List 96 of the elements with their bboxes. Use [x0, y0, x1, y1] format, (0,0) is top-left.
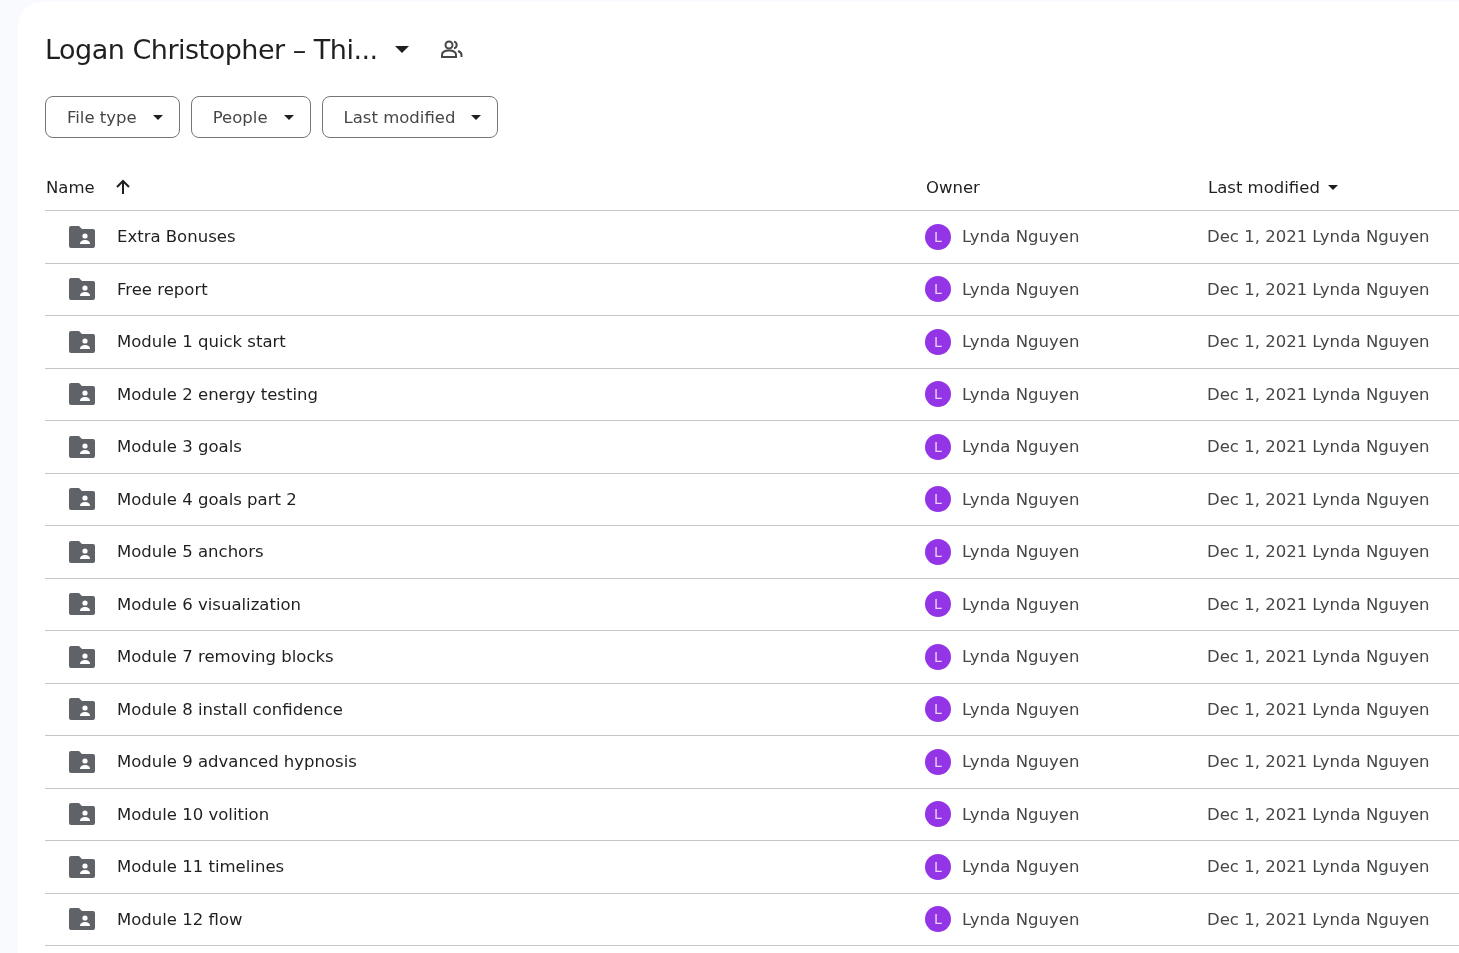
shared-folder-icon — [69, 330, 95, 353]
sort-caret-icon — [1327, 184, 1338, 190]
modified-date: Dec 1, 2021 — [1207, 279, 1308, 299]
modified-date: Dec 1, 2021 — [1207, 699, 1308, 719]
modified-by: Lynda Nguyen — [1312, 489, 1430, 509]
folder-name[interactable]: Module 1 quick start — [117, 332, 286, 352]
modified-by: Lynda Nguyen — [1312, 699, 1430, 719]
owner-name: Lynda Nguyen — [962, 279, 1080, 299]
owner-name: Lynda Nguyen — [962, 909, 1080, 929]
modified-date: Dec 1, 2021 — [1207, 647, 1308, 667]
folder-name[interactable]: Free report — [117, 279, 208, 299]
modified-date: Dec 1, 2021 — [1207, 489, 1308, 509]
caret-icon — [283, 114, 294, 120]
owner-avatar: L — [925, 223, 951, 250]
shared-folder-icon — [69, 488, 95, 511]
owner-avatar: L — [925, 433, 951, 460]
modified-date: Dec 1, 2021 — [1207, 542, 1308, 562]
owner-name: Lynda Nguyen — [962, 437, 1080, 457]
shared-folder-icon — [69, 435, 95, 458]
shared-folder-icon — [69, 593, 95, 616]
modified-by: Lynda Nguyen — [1312, 647, 1430, 667]
modified-date: Dec 1, 2021 — [1207, 227, 1308, 247]
owner-avatar: L — [925, 906, 951, 933]
shared-folder-icon — [69, 855, 95, 878]
owner-name: Lynda Nguyen — [962, 542, 1080, 562]
modified-date: Dec 1, 2021 — [1207, 804, 1308, 824]
shared-folder-icon — [69, 645, 95, 668]
filter-chip[interactable]: Last modified — [321, 96, 499, 138]
folder-name[interactable]: Module 3 goals — [117, 437, 242, 457]
folder-name[interactable]: Module 5 anchors — [117, 542, 264, 562]
folder-name[interactable]: Module 7 removing blocks — [117, 647, 334, 667]
modified-date: Dec 1, 2021 — [1207, 909, 1308, 929]
folder-name[interactable]: Module 2 energy testing — [117, 384, 318, 404]
caret-icon — [152, 114, 163, 120]
owner-name: Lynda Nguyen — [962, 857, 1080, 877]
owner-avatar: L — [925, 328, 951, 355]
shared-folder-icon — [69, 540, 95, 563]
folder-name[interactable]: Module 9 advanced hypnosis — [117, 752, 357, 772]
owner-name: Lynda Nguyen — [962, 699, 1080, 719]
shared-folder-icon — [69, 225, 95, 248]
folder-name[interactable]: Module 6 visualization — [117, 594, 302, 614]
owner-avatar: L — [925, 643, 951, 670]
shared-folder-icon — [69, 908, 95, 931]
modified-date: Dec 1, 2021 — [1207, 857, 1308, 877]
modified-by: Lynda Nguyen — [1312, 332, 1430, 352]
owner-avatar: L — [925, 381, 951, 408]
modified-by: Lynda Nguyen — [1312, 804, 1430, 824]
shared-folder-icon — [69, 278, 95, 301]
owner-name: Lynda Nguyen — [962, 752, 1080, 772]
modified-date: Dec 1, 2021 — [1207, 594, 1308, 614]
folder-name[interactable]: Module 11 timelines — [117, 857, 285, 877]
modified-date: Dec 1, 2021 — [1207, 752, 1308, 772]
owner-name: Lynda Nguyen — [962, 384, 1080, 404]
folder-name[interactable]: Module 8 install confidence — [117, 699, 343, 719]
folder-name[interactable]: Module 12 flow — [117, 909, 243, 929]
modified-by: Lynda Nguyen — [1312, 594, 1430, 614]
shared-folder-icon — [69, 383, 95, 406]
column-header[interactable]: Last modified — [1208, 177, 1320, 197]
caret-icon — [471, 114, 482, 120]
shared-folder-icon — [69, 803, 95, 826]
modified-by: Lynda Nguyen — [1312, 857, 1430, 877]
filter-chip[interactable]: File type — [45, 96, 180, 138]
shared-folder-icon — [69, 750, 95, 773]
modified-by: Lynda Nguyen — [1312, 909, 1430, 929]
sort-arrow-icon[interactable] — [114, 179, 131, 195]
folder-name[interactable]: Module 10 volition — [117, 804, 270, 824]
folder-name[interactable]: Module 4 goals part 2 — [117, 489, 297, 509]
owner-avatar: L — [925, 748, 951, 775]
modified-by: Lynda Nguyen — [1312, 752, 1430, 772]
owner-name: Lynda Nguyen — [962, 647, 1080, 667]
owner-avatar: L — [925, 538, 951, 565]
column-header[interactable]: Name — [46, 177, 95, 197]
owner-name: Lynda Nguyen — [962, 594, 1080, 614]
modified-by: Lynda Nguyen — [1312, 437, 1430, 457]
owner-avatar: L — [925, 853, 951, 880]
owner-name: Lynda Nguyen — [962, 489, 1080, 509]
owner-avatar: L — [925, 801, 951, 828]
owner-name: Lynda Nguyen — [962, 804, 1080, 824]
folder-name[interactable]: Extra Bonuses — [117, 227, 236, 247]
modified-by: Lynda Nguyen — [1312, 227, 1430, 247]
folder-title: Logan Christopher – Thi... — [45, 33, 378, 65]
owner-avatar: L — [925, 591, 951, 618]
modified-date: Dec 1, 2021 — [1207, 437, 1308, 457]
owner-name: Lynda Nguyen — [962, 227, 1080, 247]
owner-avatar: L — [925, 276, 951, 303]
column-header[interactable]: Owner — [926, 177, 980, 197]
modified-by: Lynda Nguyen — [1312, 542, 1430, 562]
filter-chip[interactable]: People — [190, 96, 311, 138]
owner-name: Lynda Nguyen — [962, 332, 1080, 352]
modified-by: Lynda Nguyen — [1312, 384, 1430, 404]
modified-date: Dec 1, 2021 — [1207, 332, 1308, 352]
modified-date: Dec 1, 2021 — [1207, 384, 1308, 404]
owner-avatar: L — [925, 696, 951, 723]
owner-avatar: L — [925, 486, 951, 513]
shared-folder-icon — [69, 698, 95, 721]
modified-by: Lynda Nguyen — [1312, 279, 1430, 299]
